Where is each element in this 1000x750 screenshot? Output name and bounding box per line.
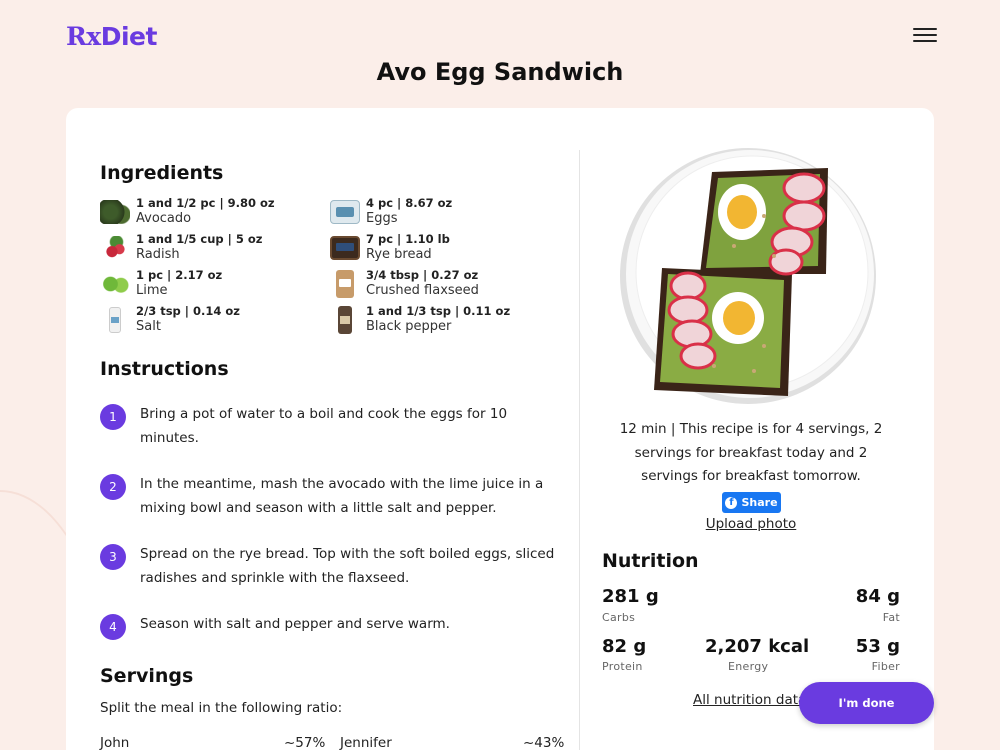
step-text: Season with salt and pepper and serve wa… — [140, 616, 450, 632]
energy-value: 2,207 kcal — [705, 636, 810, 657]
recipe-info: 12 min | This recipe is for 4 servings, … — [619, 421, 883, 484]
ingredient-qty: 7 pc | 1.10 lb — [366, 232, 450, 246]
ingredient-qty: 1 and 1/5 cup | 5 oz — [136, 232, 263, 246]
ingredient-item: 1 and 1/2 pc | 9.80 oz Avocado — [100, 196, 330, 230]
step-number: 2 — [100, 474, 126, 500]
eggs-icon — [330, 200, 360, 224]
salt-icon — [109, 307, 121, 333]
servings-subtitle: Split the meal in the following ratio: — [100, 700, 343, 716]
fat-value: 84 g — [855, 586, 900, 607]
servings-heading: Servings — [100, 665, 194, 687]
serving-person-ratio: ~43% — [523, 735, 565, 750]
ingredient-name: Rye bread — [366, 247, 432, 262]
ingredient-qty: 1 and 1/3 tsp | 0.11 oz — [366, 304, 511, 318]
ingredient-item: 1 and 1/3 tsp | 0.11 oz Black pepper — [330, 304, 560, 338]
avocado-icon — [100, 200, 130, 224]
radish-icon — [100, 236, 130, 260]
pepper-icon — [338, 306, 352, 334]
recipe-card: Ingredients 1 and 1/2 pc | 9.80 oz Avoca… — [66, 108, 934, 750]
lime-icon — [100, 272, 130, 296]
ingredient-name: Eggs — [366, 211, 398, 226]
flaxseed-icon — [336, 270, 354, 298]
carbs-value: 281 g — [602, 586, 659, 607]
upload-photo-link[interactable]: Upload photo — [626, 516, 876, 532]
ingredient-item: 1 and 1/5 cup | 5 oz Radish — [100, 232, 330, 266]
nutrition-heading: Nutrition — [602, 550, 699, 572]
fiber-label: Fiber — [871, 660, 900, 673]
all-nutrition-data-link[interactable]: All nutrition data — [693, 692, 806, 708]
ingredient-item: 3/4 tbsp | 0.27 oz Crushed flaxseed — [330, 268, 560, 302]
serving-person-ratio: ~57% — [284, 735, 326, 750]
rye-bread-icon — [330, 236, 360, 260]
ingredient-name: Black pepper — [366, 319, 452, 334]
fat-label: Fat — [882, 611, 900, 624]
step-text: Spread on the rye bread. Top with the so… — [140, 546, 555, 586]
ingredient-qty: 2/3 tsp | 0.14 oz — [136, 304, 240, 318]
step-text: Bring a pot of water to a boil and cook … — [140, 406, 508, 446]
rxdiet-logo[interactable]: RxDiet — [66, 22, 157, 51]
ingredient-name: Radish — [136, 247, 180, 262]
recipe-photo — [614, 146, 878, 406]
carbs-label: Carbs — [602, 611, 636, 624]
serving-person-name: John — [100, 735, 130, 750]
ingredient-item: 4 pc | 8.67 oz Eggs — [330, 196, 560, 230]
ingredient-qty: 1 pc | 2.17 oz — [136, 268, 223, 282]
protein-label: Protein — [602, 660, 643, 673]
protein-value: 82 g — [602, 636, 647, 657]
ingredient-name: Crushed flaxseed — [366, 283, 479, 298]
column-divider — [579, 150, 580, 750]
step-text: In the meantime, mash the avocado with t… — [140, 476, 544, 516]
page-title: Avo Egg Sandwich — [376, 58, 624, 86]
ingredient-item: 2/3 tsp | 0.14 oz Salt — [100, 304, 330, 338]
logo-rx: Rx — [66, 22, 101, 51]
step-number: 3 — [100, 544, 126, 570]
ingredient-name: Salt — [136, 319, 161, 334]
facebook-icon: f — [725, 496, 738, 509]
ingredient-qty: 4 pc | 8.67 oz — [366, 196, 453, 210]
im-done-button[interactable]: I'm done — [799, 682, 934, 724]
ingredient-name: Avocado — [136, 211, 192, 226]
instructions-heading: Instructions — [100, 358, 229, 380]
step-number: 1 — [100, 404, 126, 430]
share-label: Share — [741, 496, 778, 509]
ingredient-name: Lime — [136, 283, 168, 298]
ingredients-heading: Ingredients — [100, 162, 224, 184]
ingredient-item: 1 pc | 2.17 oz Lime — [100, 268, 330, 302]
serving-person-name: Jennifer — [340, 735, 392, 750]
step-number: 4 — [100, 614, 126, 640]
hamburger-menu-icon[interactable] — [913, 28, 937, 46]
fiber-value: 53 g — [855, 636, 900, 657]
ingredient-item: 7 pc | 1.10 lb Rye bread — [330, 232, 560, 266]
logo-diet: Diet — [100, 22, 158, 51]
ingredient-qty: 3/4 tbsp | 0.27 oz — [366, 268, 479, 282]
top-bar: RxDiet Avo Egg Sandwich — [0, 0, 1000, 108]
facebook-share-button[interactable]: f Share — [722, 492, 781, 513]
ingredient-qty: 1 and 1/2 pc | 9.80 oz — [136, 196, 275, 210]
energy-label: Energy — [728, 660, 769, 673]
